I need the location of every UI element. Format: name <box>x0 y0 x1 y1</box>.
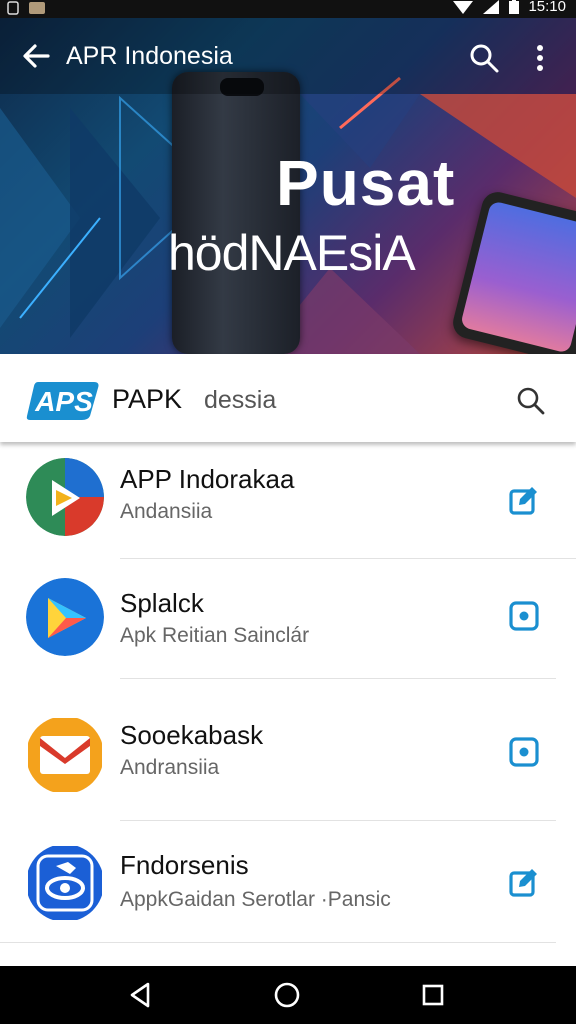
play-arrow-icon <box>26 578 104 656</box>
signal-icon <box>483 0 500 14</box>
back-triangle-icon[interactable] <box>126 980 156 1010</box>
home-circle-icon[interactable] <box>272 980 302 1010</box>
back-arrow-icon[interactable] <box>18 38 54 74</box>
app-name: Sooekabask <box>120 720 264 750</box>
search-bar[interactable]: APS PAPK dessia <box>0 354 576 442</box>
photo-icon <box>29 2 45 14</box>
sim-icon <box>7 1 19 15</box>
clock: 15:10 <box>528 0 566 15</box>
notification-icons <box>6 1 46 15</box>
list-item[interactable]: Fndorsenis AppkGaidan Serotlar ·Pansic <box>0 834 576 954</box>
status-bar: 15:10 <box>0 0 576 18</box>
divider <box>0 942 556 943</box>
app-bar-title: APR Indonesia <box>66 42 233 70</box>
edit-icon[interactable] <box>506 482 542 518</box>
hero-title: Pusat <box>276 147 456 219</box>
drive-triangle-icon <box>26 458 104 536</box>
list-item[interactable]: APP Indorakaa Andansiia <box>0 444 576 564</box>
navigation-bar <box>0 966 576 1024</box>
app-subtitle: Andansiia <box>120 500 213 523</box>
app-name: APP Indorakaa <box>120 464 295 494</box>
divider <box>120 820 556 821</box>
edit-icon[interactable] <box>506 864 542 900</box>
list-item[interactable]: Splalck Apk Reitian Sainclár <box>0 570 576 690</box>
app-name: Fndorsenis <box>120 850 249 880</box>
install-icon[interactable] <box>506 598 542 634</box>
shield-eye-icon <box>28 846 102 920</box>
app-subtitle: AppkGaidan Serotlar ·Pansic <box>120 888 391 911</box>
hero-subtitle: hödNAEsiA <box>168 225 416 281</box>
app-subtitle: Andransiia <box>120 756 220 779</box>
app-subtitle: Apk Reitian Sainclár <box>120 624 310 647</box>
search-input[interactable]: dessia <box>204 386 276 415</box>
install-icon[interactable] <box>506 734 542 770</box>
wifi-icon <box>453 0 474 14</box>
search-icon[interactable] <box>514 384 548 418</box>
logo-text: APS <box>34 386 93 417</box>
list-item[interactable]: Sooekabask Andransiia <box>0 702 576 822</box>
app-bar: APR Indonesia <box>0 18 576 94</box>
divider <box>120 678 556 679</box>
battery-icon <box>509 0 520 14</box>
app-name: Splalck <box>120 588 204 618</box>
brand-label: PAPK <box>112 384 183 414</box>
status-indicators: 15:10 <box>452 0 566 15</box>
more-vert-icon[interactable] <box>522 40 558 76</box>
recents-square-icon[interactable] <box>418 980 448 1010</box>
hero-banner: Pusat hödNAEsiA APR Indonesia <box>0 18 576 354</box>
search-icon[interactable] <box>466 40 502 76</box>
divider <box>120 558 576 559</box>
aps-logo-icon: APS <box>26 382 99 420</box>
mail-icon <box>28 718 102 792</box>
